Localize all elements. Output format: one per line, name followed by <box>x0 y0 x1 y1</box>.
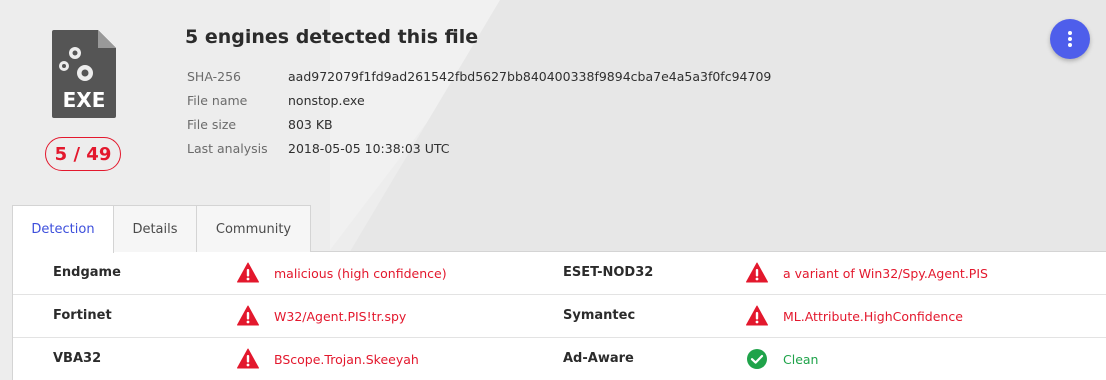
engine-name: VBA32 <box>53 351 102 366</box>
table-row: VBA32 BScope.Trojan.Skeeyah Ad-Aware Cle… <box>13 338 1106 380</box>
tab-community[interactable]: Community <box>197 205 311 252</box>
exe-file-icon: EXE <box>52 30 116 118</box>
meta-key: File size <box>187 116 237 132</box>
meta-key: SHA-256 <box>187 68 241 84</box>
result-text: Clean <box>783 351 819 367</box>
check-circle-icon <box>746 348 768 370</box>
detection-result: W32/Agent.PIS!tr.spy <box>237 305 406 327</box>
table-row: Fortinet W32/Agent.PIS!tr.spy Symantec M… <box>13 295 1106 338</box>
tab-bar: Detection Details Community <box>12 205 311 253</box>
meta-row-last-analysis: Last analysis 2018-05-05 10:38:03 UTC <box>187 136 771 160</box>
file-summary-header: EXE 5 / 49 5 engines detected this file … <box>0 0 1106 205</box>
meta-value: aad972079f1fd9ad261542fbd5627bb840400338… <box>288 68 772 84</box>
meta-key: File name <box>187 92 248 108</box>
meta-row-file-size: File size 803 KB <box>187 112 771 136</box>
result-text: BScope.Trojan.Skeeyah <box>274 351 419 367</box>
file-metadata: SHA-256 aad972079f1fd9ad261542fbd5627bb8… <box>187 64 771 160</box>
tab-detection[interactable]: Detection <box>12 205 114 253</box>
meta-row-sha256: SHA-256 aad972079f1fd9ad261542fbd5627bb8… <box>187 64 771 88</box>
meta-row-file-name: File name nonstop.exe <box>187 88 771 112</box>
result-text: a variant of Win32/Spy.Agent.PIS <box>783 265 988 281</box>
detection-score-badge: 5 / 49 <box>45 137 121 171</box>
result-text: malicious (high confidence) <box>274 265 447 281</box>
warning-icon <box>237 348 259 370</box>
engine-name: Endgame <box>53 265 121 280</box>
page-title: 5 engines detected this file <box>185 26 479 48</box>
detection-table: Endgame malicious (high confidence) ESET… <box>12 251 1106 380</box>
file-type-label: EXE <box>63 88 106 112</box>
more-options-button[interactable] <box>1050 19 1090 59</box>
meta-value: 2018-05-05 10:38:03 UTC <box>288 140 450 156</box>
warning-icon <box>746 262 768 284</box>
engine-name: ESET-NOD32 <box>563 265 654 280</box>
warning-icon <box>746 305 768 327</box>
meta-value: nonstop.exe <box>288 92 365 108</box>
tab-details[interactable]: Details <box>114 205 197 252</box>
detection-result: Clean <box>746 348 818 370</box>
detection-result: a variant of Win32/Spy.Agent.PIS <box>746 262 988 284</box>
result-text: ML.Attribute.HighConfidence <box>783 308 963 324</box>
detection-result: malicious (high confidence) <box>237 262 447 284</box>
meta-key: Last analysis <box>187 140 268 156</box>
result-text: W32/Agent.PIS!tr.spy <box>274 308 407 324</box>
engine-name: Fortinet <box>53 308 112 323</box>
detection-result: BScope.Trojan.Skeeyah <box>237 348 419 370</box>
table-row: Endgame malicious (high confidence) ESET… <box>13 252 1106 295</box>
meta-value: 803 KB <box>288 116 333 132</box>
engine-name: Symantec <box>563 308 636 323</box>
warning-icon <box>237 262 259 284</box>
more-vertical-icon <box>1068 31 1072 47</box>
warning-icon <box>237 305 259 327</box>
detection-result: ML.Attribute.HighConfidence <box>746 305 963 327</box>
engine-name: Ad-Aware <box>563 351 634 366</box>
